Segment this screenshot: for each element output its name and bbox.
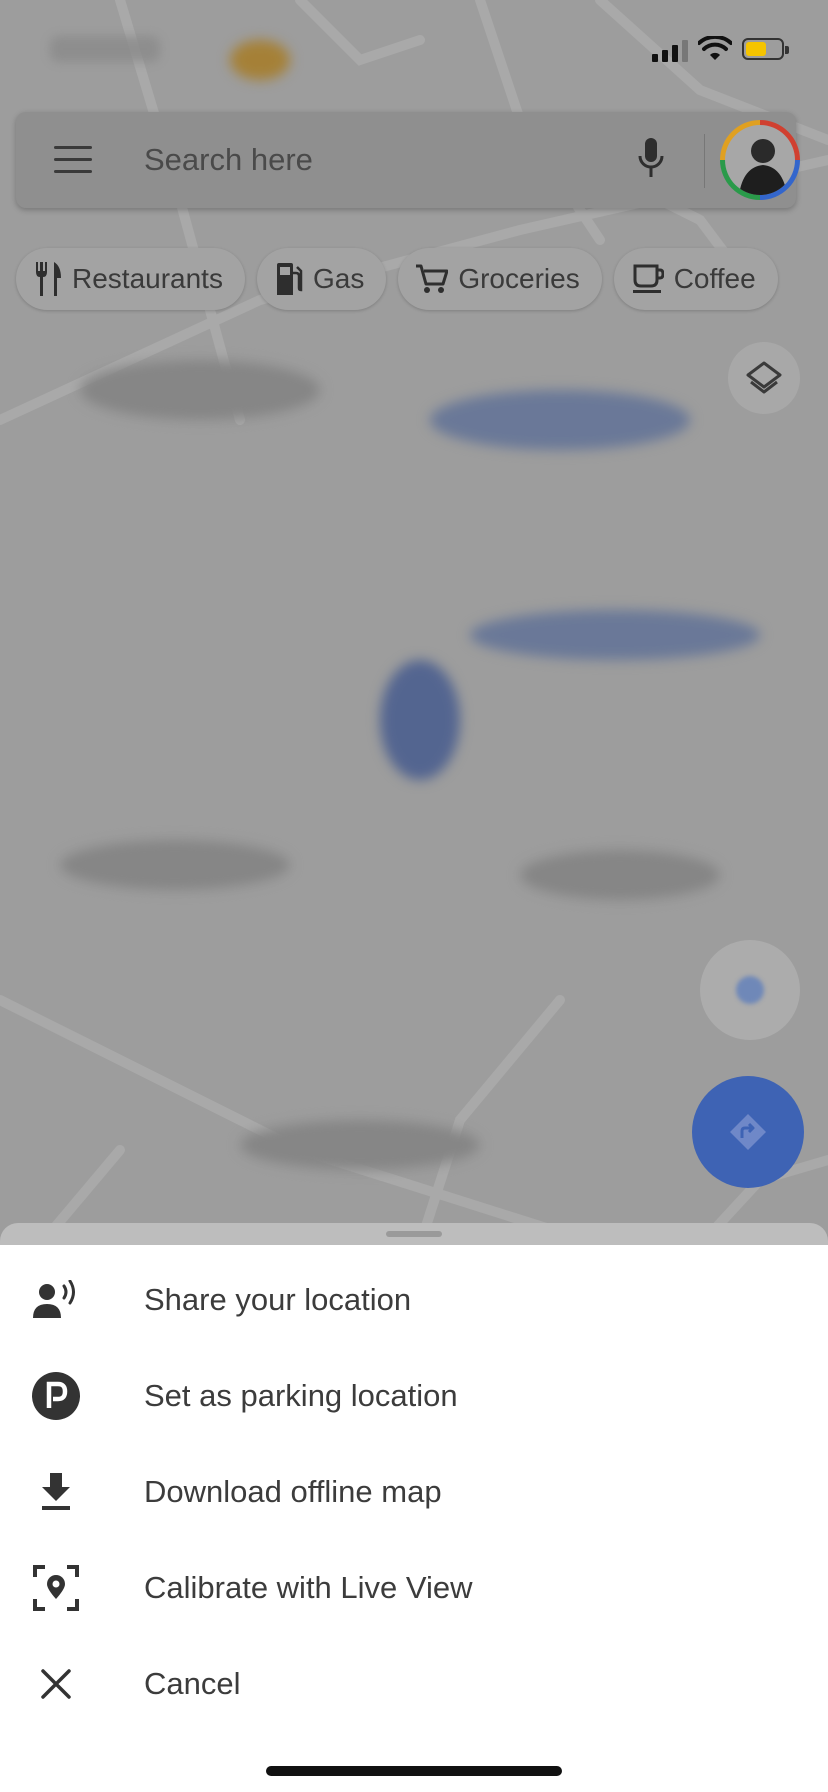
close-icon bbox=[30, 1658, 82, 1710]
menu-item-label: Cancel bbox=[144, 1666, 241, 1701]
drag-handle[interactable] bbox=[386, 1231, 442, 1237]
shopping-cart-icon bbox=[416, 264, 449, 293]
chip-label: Groceries bbox=[458, 263, 580, 294]
menu-item-calibrate-live-view[interactable]: Calibrate with Live View bbox=[0, 1540, 828, 1636]
map-layers-button[interactable] bbox=[728, 342, 800, 414]
menu-item-share-location[interactable]: Share your location bbox=[0, 1252, 828, 1348]
search-input[interactable]: Search here bbox=[144, 142, 313, 178]
category-chips: Restaurants Gas Groceries Coffee bbox=[16, 248, 778, 312]
profile-photo bbox=[739, 139, 787, 195]
fork-knife-icon bbox=[36, 262, 61, 296]
status-bar bbox=[0, 0, 828, 100]
cellular-signal-icon bbox=[652, 40, 688, 62]
chip-groceries[interactable]: Groceries bbox=[398, 248, 602, 310]
my-location-button[interactable] bbox=[700, 940, 800, 1040]
chip-label: Gas bbox=[312, 263, 365, 294]
chip-gas[interactable]: Gas bbox=[256, 248, 387, 310]
gas-pump-icon bbox=[276, 263, 303, 295]
chip-coffee[interactable]: Coffee bbox=[613, 248, 778, 310]
menu-item-label: Download offline map bbox=[144, 1474, 442, 1509]
layers-icon bbox=[746, 361, 782, 394]
avatar[interactable] bbox=[720, 120, 800, 200]
directions-button[interactable] bbox=[692, 1076, 804, 1188]
my-location-icon bbox=[736, 976, 764, 1004]
hamburger-menu-icon[interactable] bbox=[54, 146, 92, 174]
battery-icon bbox=[742, 38, 789, 60]
home-indicator[interactable] bbox=[266, 1766, 562, 1776]
action-sheet: Share your location Set as parking locat… bbox=[0, 1223, 828, 1792]
parking-icon bbox=[30, 1370, 82, 1422]
chip-restaurants[interactable]: Restaurants bbox=[16, 248, 245, 310]
wifi-icon bbox=[698, 36, 732, 60]
chip-label: Coffee bbox=[673, 263, 756, 294]
coffee-cup-icon bbox=[632, 264, 664, 293]
microphone-icon[interactable] bbox=[638, 138, 664, 180]
directions-icon bbox=[730, 1114, 766, 1150]
live-view-icon bbox=[30, 1562, 82, 1614]
search-divider bbox=[704, 134, 705, 188]
menu-item-label: Share your location bbox=[144, 1282, 412, 1317]
menu-item-cancel[interactable]: Cancel bbox=[0, 1636, 828, 1732]
menu-item-set-parking[interactable]: Set as parking location bbox=[0, 1348, 828, 1444]
chip-label: Restaurants bbox=[72, 263, 223, 294]
status-time bbox=[50, 36, 160, 62]
menu-item-download-offline-map[interactable]: Download offline map bbox=[0, 1444, 828, 1540]
sheet-peek[interactable] bbox=[0, 1223, 828, 1245]
menu-item-label: Calibrate with Live View bbox=[144, 1570, 473, 1605]
search-bar[interactable]: Search here bbox=[16, 112, 800, 208]
menu-item-label: Set as parking location bbox=[144, 1378, 458, 1413]
share-location-icon bbox=[30, 1274, 82, 1326]
download-icon bbox=[30, 1466, 82, 1518]
